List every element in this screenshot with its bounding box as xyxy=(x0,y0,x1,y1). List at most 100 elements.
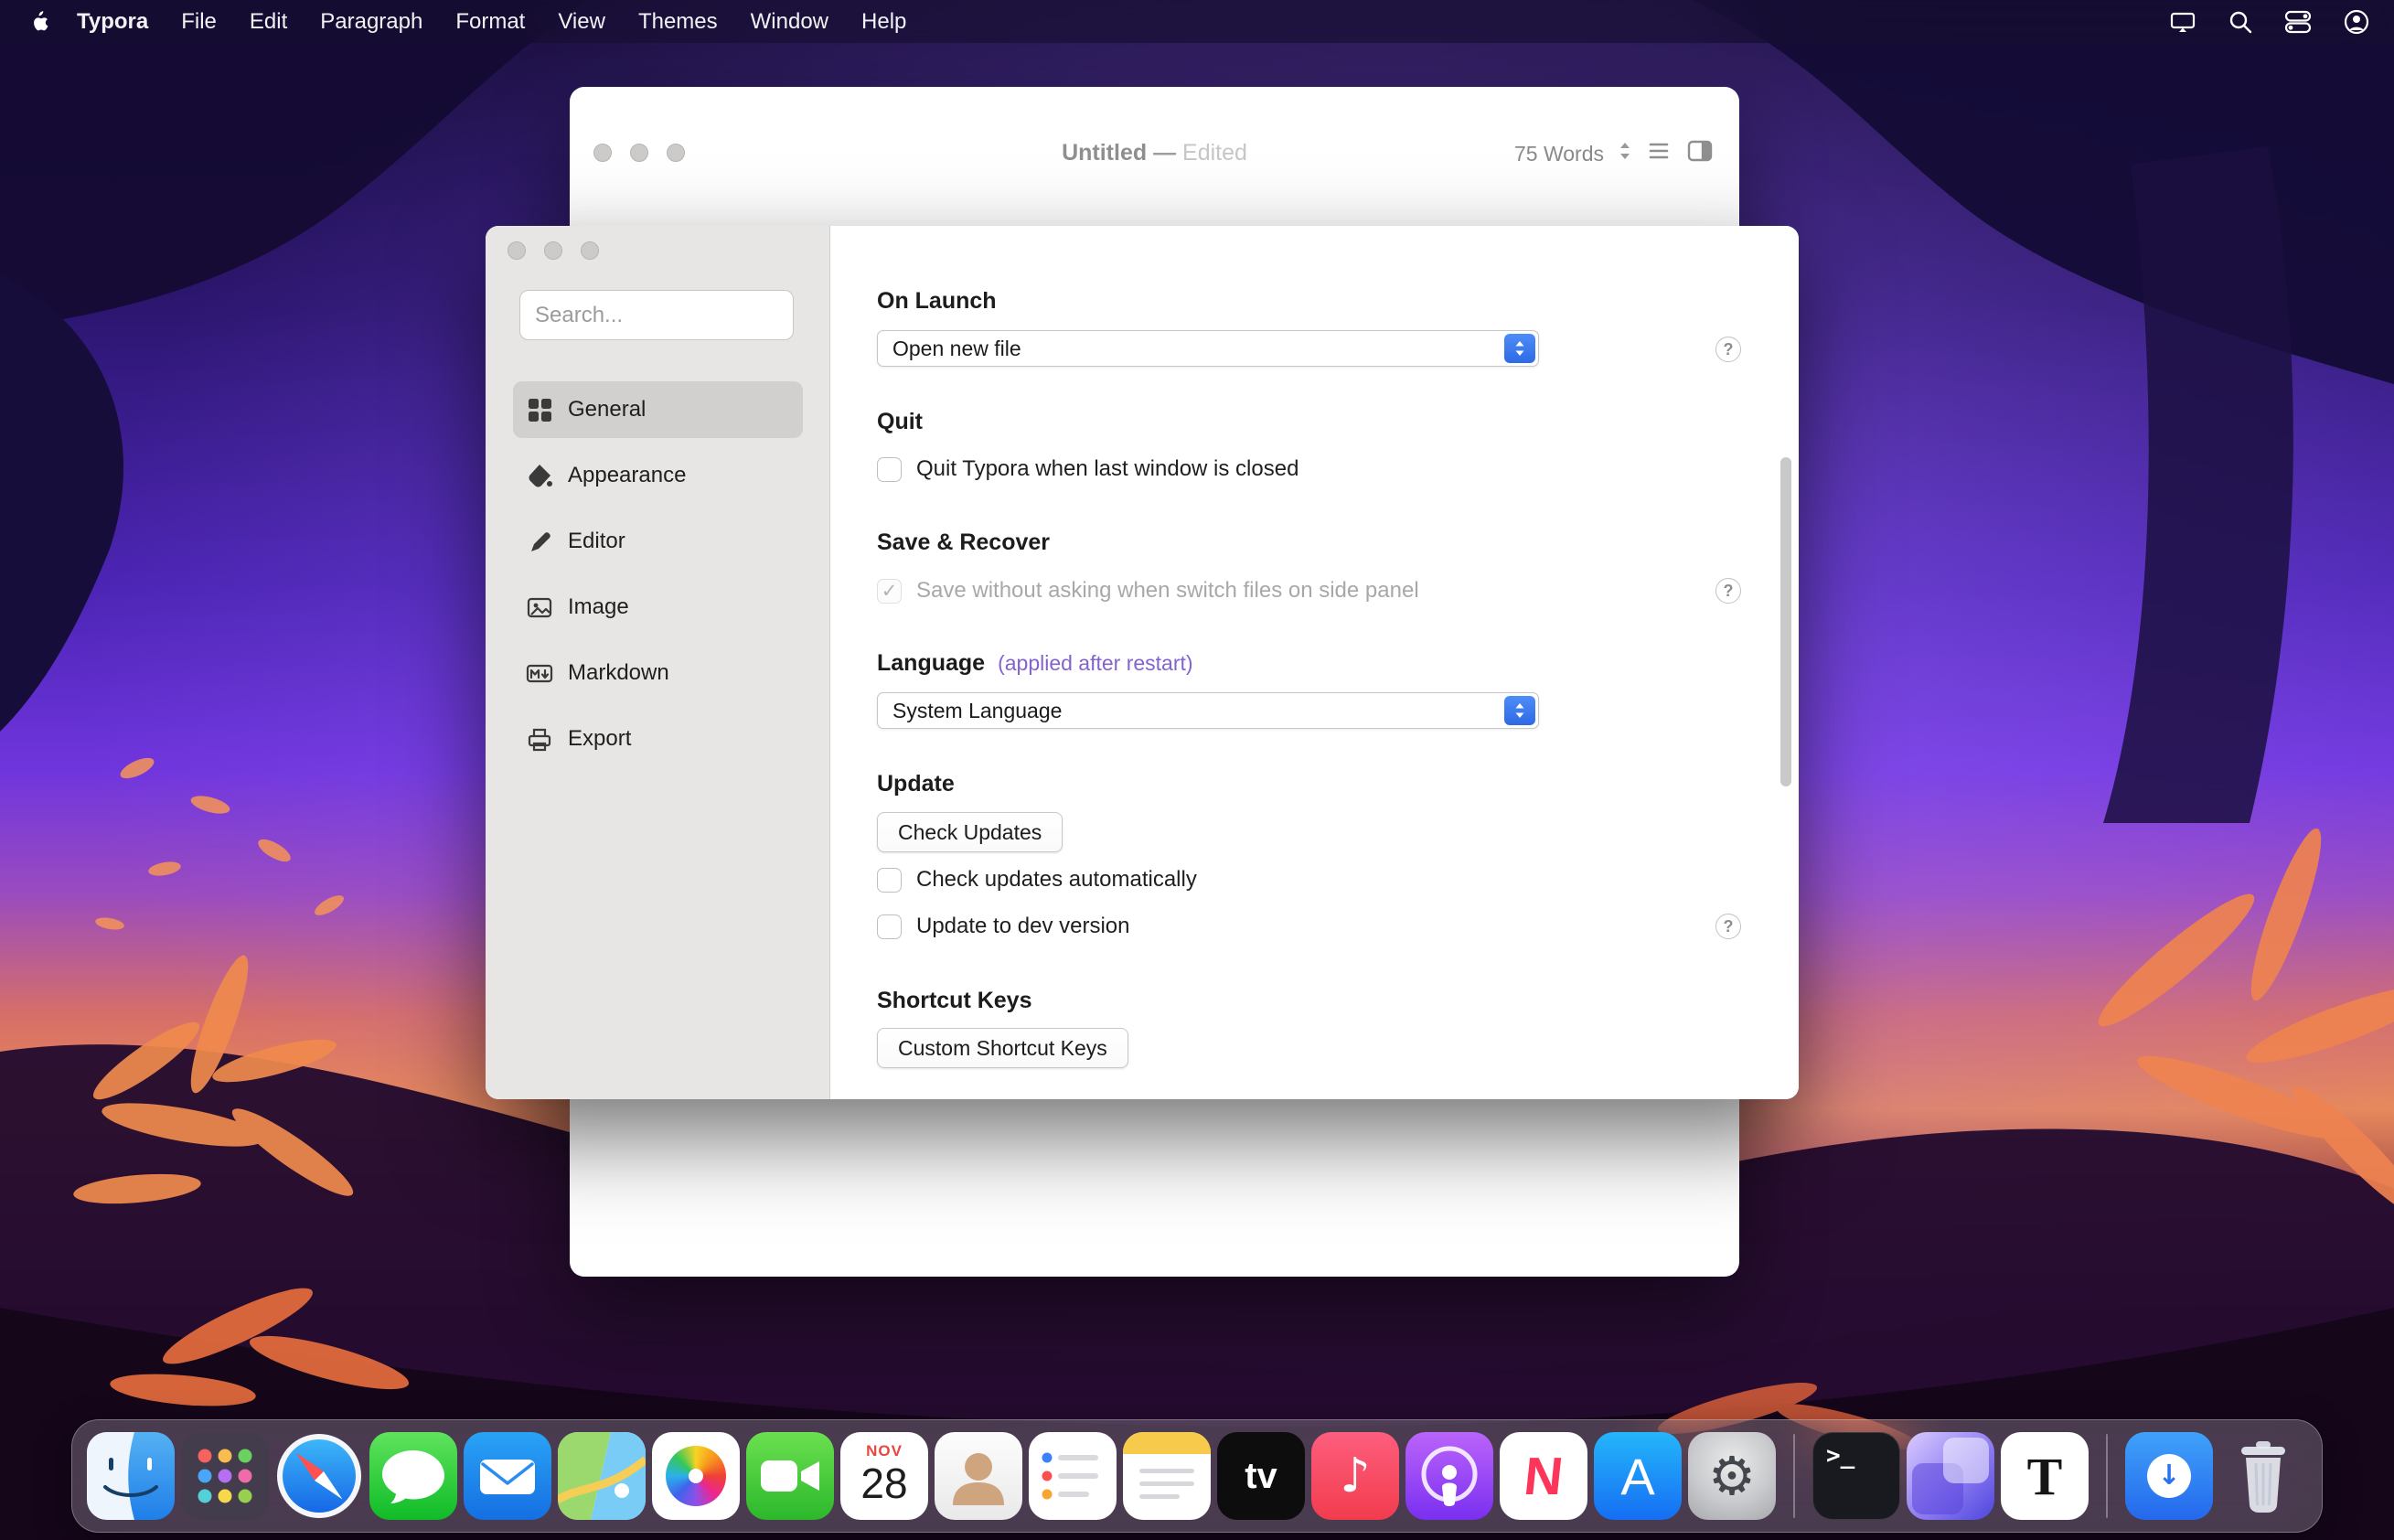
zoom-button[interactable] xyxy=(581,241,599,260)
preferences-nav: General Appearance Editor Image Markdown xyxy=(513,381,803,776)
dock-gradient-app-icon[interactable] xyxy=(1907,1432,1994,1520)
preferences-traffic-lights xyxy=(508,241,599,260)
language-dropdown-value: System Language xyxy=(892,699,1062,722)
dock-typora-icon[interactable]: T xyxy=(2001,1432,2089,1520)
dock-safari-icon[interactable] xyxy=(275,1432,363,1520)
dock-photos-icon[interactable] xyxy=(652,1432,740,1520)
download-badge: ↓ xyxy=(2147,1454,2191,1498)
dock-mail-icon[interactable] xyxy=(464,1432,551,1520)
dock-launchpad-icon[interactable] xyxy=(181,1432,269,1520)
dock-facetime-icon[interactable] xyxy=(746,1432,834,1520)
auto-update-row: Check updates automatically xyxy=(877,867,1539,893)
title-separator: — xyxy=(1153,140,1176,166)
apple-menu[interactable] xyxy=(29,10,53,34)
sidebar-item-label: Export xyxy=(568,726,631,752)
desktop: Typora File Edit Paragraph Format View T… xyxy=(0,0,2394,1540)
paint-bucket-icon xyxy=(526,462,553,489)
auto-update-checkbox[interactable] xyxy=(877,868,902,893)
sidebar-panel-icon[interactable] xyxy=(1686,138,1714,169)
outline-list-icon[interactable] xyxy=(1646,138,1672,169)
menu-item-file[interactable]: File xyxy=(165,9,233,35)
menu-item-paragraph[interactable]: Paragraph xyxy=(304,9,439,35)
search-input[interactable] xyxy=(519,290,794,340)
sidebar-item-image[interactable]: Image xyxy=(513,579,803,636)
preferences-window: General Appearance Editor Image Markdown xyxy=(486,226,1799,1099)
terminal-prompt-glyph: >_ xyxy=(1826,1442,1854,1470)
app-store-logo: A xyxy=(1620,1447,1654,1506)
checkmark-icon: ✓ xyxy=(882,582,898,601)
save-recover-help-icon[interactable]: ? xyxy=(1715,578,1741,604)
sidebar-item-markdown[interactable]: Markdown xyxy=(513,645,803,701)
sidebar-item-appearance[interactable]: Appearance xyxy=(513,447,803,504)
sidebar-item-export[interactable]: Export xyxy=(513,711,803,767)
dock-divider xyxy=(1793,1434,1795,1518)
sidebar-item-label: Appearance xyxy=(568,463,686,488)
dev-version-help-icon[interactable]: ? xyxy=(1715,914,1741,939)
language-dropdown[interactable]: System Language xyxy=(877,692,1539,729)
dock-music-icon[interactable]: ♪ xyxy=(1311,1432,1399,1520)
section-heading-update: Update xyxy=(877,770,1539,797)
dock-news-icon[interactable]: N xyxy=(1500,1432,1587,1520)
menu-item-format[interactable]: Format xyxy=(439,9,541,35)
minimize-button[interactable] xyxy=(544,241,562,260)
menu-bar-status xyxy=(2169,8,2370,36)
image-icon xyxy=(526,594,553,621)
screen-mirroring-icon[interactable] xyxy=(2169,8,2196,36)
dropdown-stepper-icon xyxy=(1504,696,1535,725)
quit-checkbox[interactable] xyxy=(877,457,902,482)
dock-calendar-icon[interactable]: NOV 28 xyxy=(840,1432,928,1520)
auto-update-label: Check updates automatically xyxy=(916,867,1197,893)
dock-podcasts-icon[interactable] xyxy=(1405,1432,1493,1520)
check-updates-button[interactable]: Check Updates xyxy=(877,812,1063,852)
gear-icon: ⚙ xyxy=(1708,1449,1756,1503)
menu-bar: Typora File Edit Paragraph Format View T… xyxy=(0,0,2394,43)
printer-icon xyxy=(526,725,553,753)
on-launch-dropdown[interactable]: Open new file xyxy=(877,330,1539,367)
menu-app-name[interactable]: Typora xyxy=(60,9,165,35)
dev-version-row: Update to dev version xyxy=(877,914,1539,939)
sidebar-item-label: General xyxy=(568,397,646,422)
dock-downloads-icon[interactable]: ↓ xyxy=(2125,1432,2213,1520)
sidebar-item-editor[interactable]: Editor xyxy=(513,513,803,570)
dock-reminders-icon[interactable] xyxy=(1029,1432,1117,1520)
sidebar-item-general[interactable]: General xyxy=(513,381,803,438)
gradient-square-front xyxy=(1943,1438,1989,1483)
dock-messages-icon[interactable] xyxy=(369,1432,457,1520)
menu-item-window[interactable]: Window xyxy=(734,9,845,35)
dock-notes-icon[interactable] xyxy=(1123,1432,1211,1520)
dock-apple-tv-icon[interactable]: tv xyxy=(1217,1432,1305,1520)
menu-item-edit[interactable]: Edit xyxy=(233,9,304,35)
language-heading-text: Language xyxy=(877,650,985,676)
dock-contacts-icon[interactable] xyxy=(935,1432,1022,1520)
pencil-icon xyxy=(526,528,553,555)
section-heading-on-launch: On Launch xyxy=(877,287,1539,315)
word-count[interactable]: 75 Words xyxy=(1514,142,1604,166)
menu-bar-left: Typora File Edit Paragraph Format View T… xyxy=(24,9,923,35)
quit-checkbox-label: Quit Typora when last window is closed xyxy=(916,456,1299,482)
menu-item-view[interactable]: View xyxy=(541,9,622,35)
dock-finder-icon[interactable] xyxy=(87,1432,175,1520)
edited-status: Edited xyxy=(1182,140,1247,166)
dev-version-checkbox[interactable] xyxy=(877,914,902,939)
close-button[interactable] xyxy=(508,241,526,260)
search-icon[interactable] xyxy=(2228,9,2253,35)
dock-terminal-icon[interactable]: >_ xyxy=(1812,1432,1900,1520)
save-without-asking-checkbox[interactable]: ✓ xyxy=(877,579,902,604)
dock-divider xyxy=(2106,1434,2108,1518)
dock-system-settings-icon[interactable]: ⚙ xyxy=(1688,1432,1776,1520)
control-center-icon[interactable] xyxy=(2284,8,2312,36)
photos-pinwheel-icon xyxy=(666,1446,726,1506)
dock-trash-icon[interactable] xyxy=(2219,1432,2307,1520)
dock-app-store-icon[interactable]: A xyxy=(1594,1432,1682,1520)
word-count-chevrons-icon[interactable] xyxy=(1619,140,1631,167)
menu-item-help[interactable]: Help xyxy=(845,9,923,35)
quit-checkbox-row: Quit Typora when last window is closed xyxy=(877,456,1539,482)
section-heading-language: Language(applied after restart) xyxy=(877,649,1539,677)
on-launch-help-icon[interactable]: ? xyxy=(1715,337,1741,362)
user-account-icon[interactable] xyxy=(2343,8,2370,36)
scrollbar[interactable] xyxy=(1780,457,1791,786)
dock-maps-icon[interactable] xyxy=(558,1432,646,1520)
dev-version-label: Update to dev version xyxy=(916,914,1129,939)
custom-shortcut-keys-button[interactable]: Custom Shortcut Keys xyxy=(877,1028,1128,1068)
menu-item-themes[interactable]: Themes xyxy=(622,9,734,35)
